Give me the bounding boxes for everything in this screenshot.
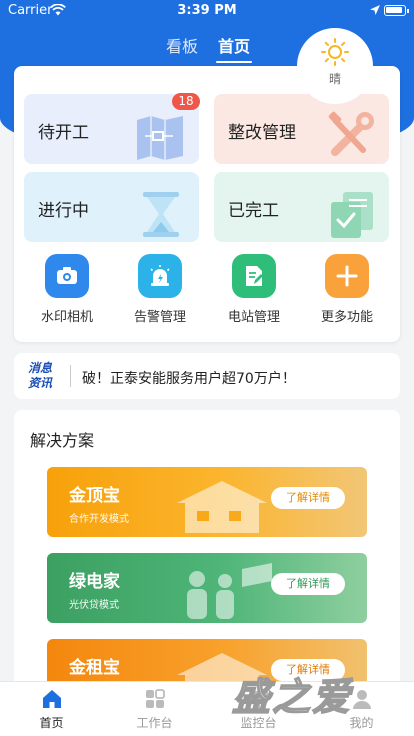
home-icon	[42, 690, 61, 708]
battery-icon	[384, 5, 409, 16]
alarm-light-icon	[150, 265, 170, 286]
watermark-text: 盛之爱	[231, 674, 353, 720]
function-label: 水印相机	[40, 310, 93, 325]
tile-label: 待开工	[38, 123, 89, 143]
solution-banner-jindingbao[interactable]: 金顶宝 合作开发模式 了解详情	[47, 467, 367, 537]
wrench-screwdriver-icon	[328, 111, 374, 156]
tab-home-bottom[interactable]: 首页	[0, 688, 103, 731]
tab-home[interactable]: 首页	[215, 33, 253, 63]
checked-document-icon	[331, 192, 373, 238]
solution-name: 金顶宝	[69, 486, 120, 506]
solution-name: 绿电家	[69, 572, 120, 592]
edit-document-icon	[246, 266, 263, 286]
tile-rectification[interactable]: 整改管理	[214, 94, 389, 164]
tile-completed[interactable]: 已完工	[214, 172, 389, 242]
watermark-camera-button[interactable]: 水印相机	[32, 254, 102, 325]
tab-label: 工作台	[136, 716, 173, 730]
news-logo: 消息 资讯	[28, 361, 53, 390]
weather-condition: 晴	[328, 72, 341, 86]
learn-more-button[interactable]: 了解详情	[271, 487, 345, 509]
news-headline[interactable]: 破！正泰安能服务用户超70万户！	[82, 368, 296, 388]
more-functions-button[interactable]: 更多功能	[312, 254, 382, 325]
hourglass-icon	[143, 192, 179, 237]
quick-access-card: 待开工 18 整改管理 进行中 已完工 水印相机 告警管理 电站管理 更多功能	[14, 66, 400, 342]
family-illustration	[187, 563, 272, 619]
plus-icon	[336, 265, 358, 287]
tile-label: 进行中	[38, 201, 89, 221]
news-ticker[interactable]: 消息 资讯 破！正泰安能服务用户超70万户！	[14, 353, 400, 399]
weather-widget[interactable]: 晴	[297, 28, 373, 104]
solution-banner-lvdianjia[interactable]: 绿电家 光伏贷模式 了解详情	[47, 553, 367, 623]
learn-more-button[interactable]: 了解详情	[271, 573, 345, 595]
blueprint-icon	[137, 116, 183, 160]
camera-icon	[57, 267, 77, 284]
workbench-icon	[145, 689, 165, 708]
user-icon	[352, 690, 371, 709]
function-label: 电站管理	[227, 310, 280, 325]
tab-workbench[interactable]: 工作台	[103, 688, 206, 731]
location-arrow-icon	[370, 5, 380, 15]
solution-subtitle: 光伏贷模式	[69, 600, 119, 611]
divider	[70, 365, 71, 387]
station-management-button[interactable]: 电站管理	[219, 254, 289, 325]
alarm-management-button[interactable]: 告警管理	[125, 254, 195, 325]
house-illustration	[177, 481, 267, 533]
solution-subtitle: 合作开发模式	[69, 514, 129, 525]
tab-dashboard[interactable]: 看板	[166, 33, 198, 57]
solution-name: 金租宝	[69, 658, 120, 678]
status-time: 3:39 PM	[177, 3, 237, 18]
status-bar: Carrier 3:39 PM	[0, 0, 414, 22]
tab-label: 首页	[39, 716, 64, 730]
pending-count-badge: 18	[172, 93, 200, 110]
tile-label: 整改管理	[228, 123, 296, 143]
solutions-section: 解决方案 金顶宝 合作开发模式 了解详情 绿电家 光伏贷模式 了解详情 金租宝 …	[14, 410, 400, 710]
sun-icon	[321, 38, 349, 66]
tile-in-progress[interactable]: 进行中	[24, 172, 199, 242]
function-label: 告警管理	[133, 310, 186, 325]
section-title: 解决方案	[30, 431, 95, 450]
tab-label: 我的	[349, 716, 374, 730]
tile-label: 已完工	[228, 201, 279, 221]
function-label: 更多功能	[320, 310, 373, 325]
